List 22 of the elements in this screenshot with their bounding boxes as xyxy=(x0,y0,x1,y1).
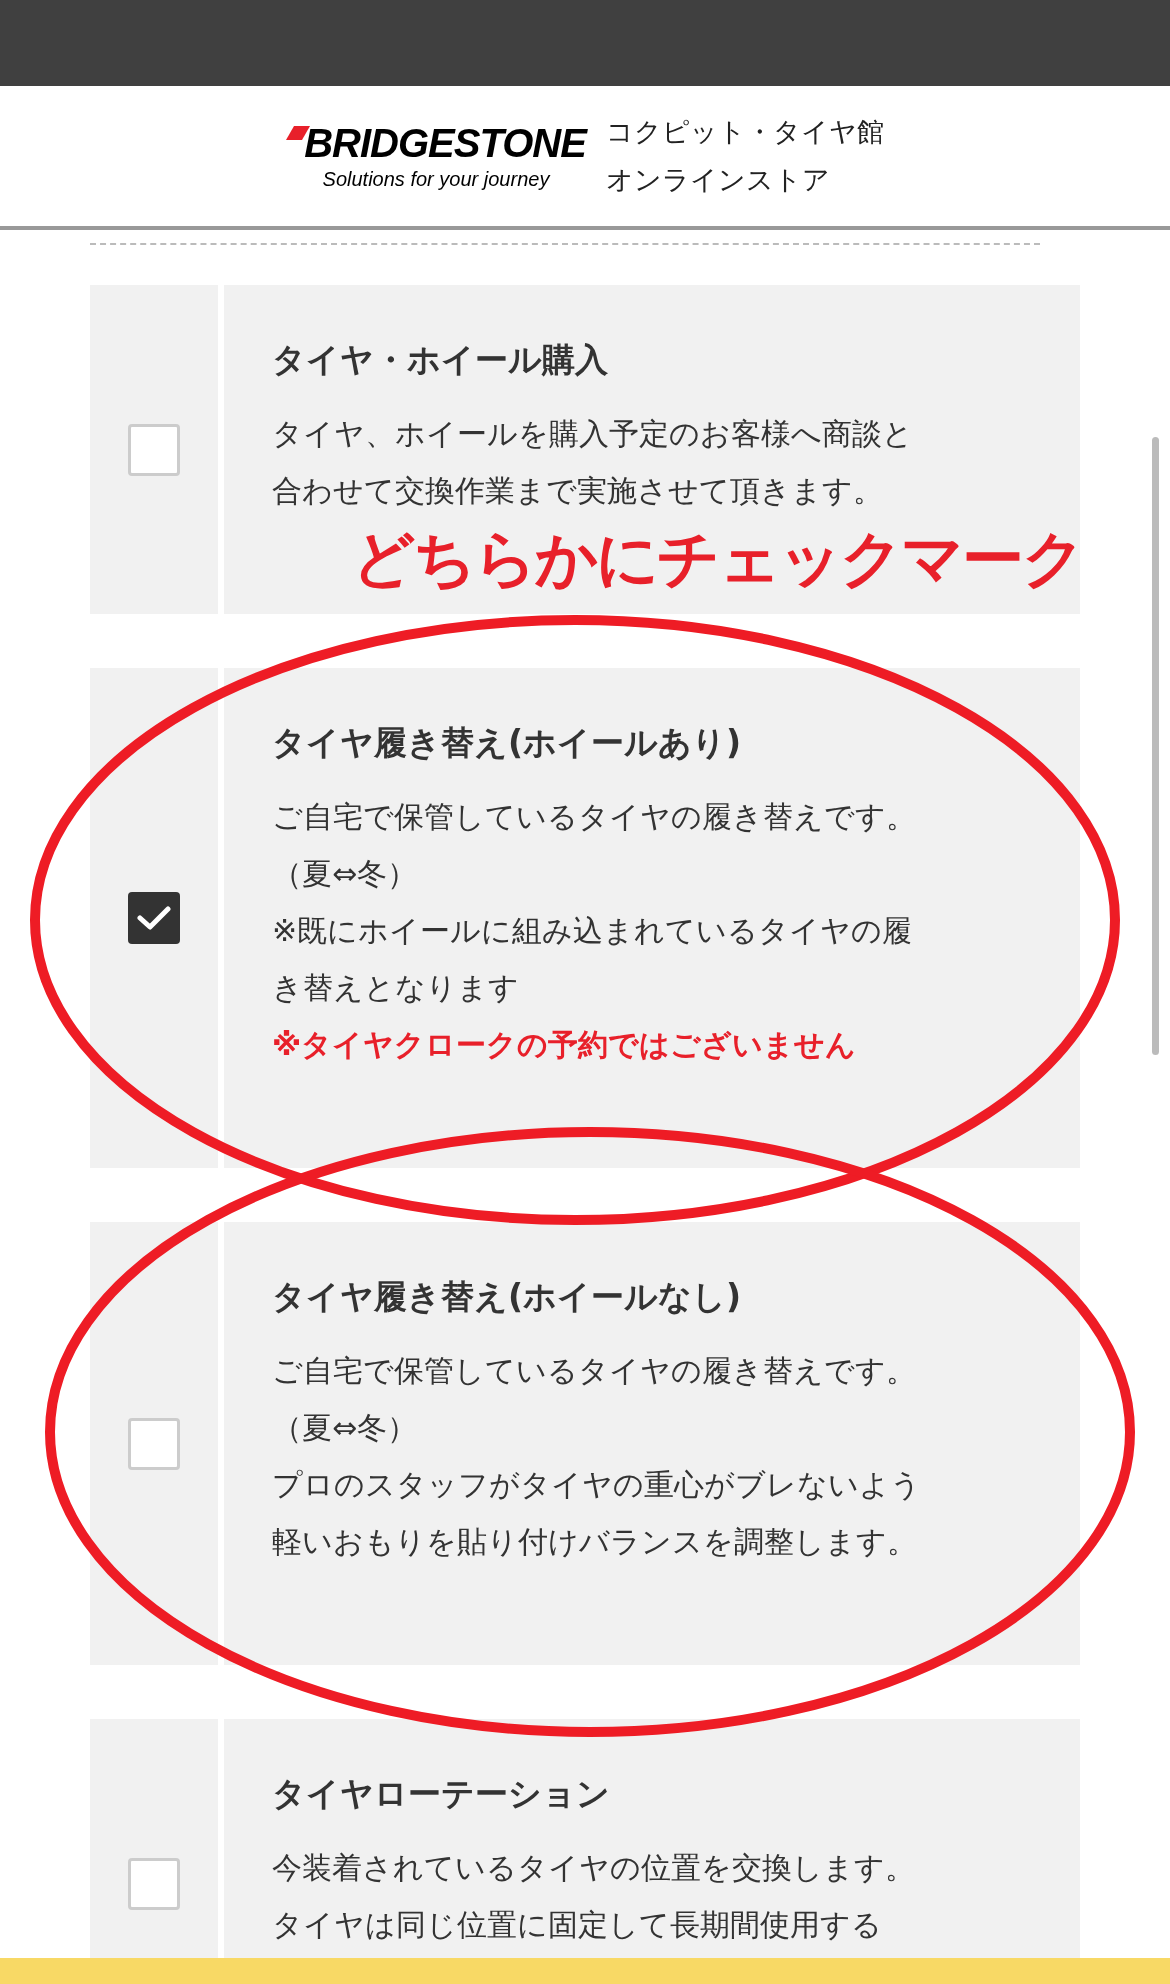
annotation-text: どちらかにチェックマーク xyxy=(352,528,1083,590)
option-description: ご自宅で保管しているタイヤの履き替えです。 xyxy=(272,1352,917,1390)
option-title: タイヤ・ホイール購入 xyxy=(272,339,609,381)
option-description: （夏⇔冬） xyxy=(272,855,419,893)
option-description: 合わせて交換作業まで実施させて頂きます。 xyxy=(272,472,884,510)
option-title: タイヤローテーション xyxy=(272,1773,611,1815)
store-name: コクピット・タイヤ館 xyxy=(605,115,884,149)
option-description: き替えとなります xyxy=(272,969,520,1007)
option-description: 軽いおもりを貼り付けバランスを調整します。 xyxy=(272,1523,918,1561)
option-title: タイヤ履き替え(ホイールなし) xyxy=(272,1276,743,1318)
option-description: ※既にホイールに組み込まれているタイヤの履 xyxy=(272,912,914,950)
warning-note: ※タイヤクロークの予約ではございません xyxy=(272,1026,858,1064)
option-description: 今装着されているタイヤの位置を交換します。 xyxy=(272,1849,916,1887)
store-name: オンラインストア xyxy=(605,163,831,197)
option-description: プロのスタッフがタイヤの重心がブレないよう xyxy=(272,1466,922,1504)
option-description: （夏⇔冬） xyxy=(272,1409,419,1447)
option-description: タイヤ、ホイールを購入予定のお客様へ商談と xyxy=(272,415,914,453)
option-description: タイヤは同じ位置に固定して長期間使用する xyxy=(272,1906,883,1944)
brand-logo: BRIDGESTONE xyxy=(304,120,586,166)
brand-tagline: Solutions for your journey xyxy=(322,167,550,192)
option-description: ご自宅で保管しているタイヤの履き替えです。 xyxy=(272,798,917,836)
option-title: タイヤ履き替え(ホイールあり) xyxy=(272,722,743,764)
